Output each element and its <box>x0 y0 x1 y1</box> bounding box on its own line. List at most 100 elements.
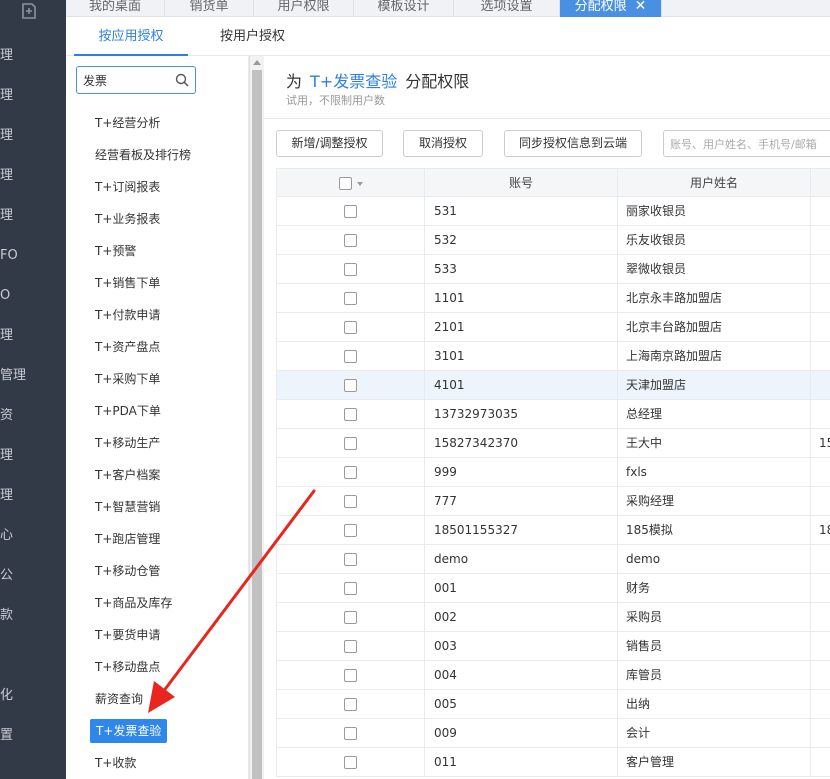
row-checkbox[interactable] <box>344 727 357 740</box>
row-checkbox[interactable] <box>344 408 357 421</box>
app-search-input[interactable] <box>83 71 173 89</box>
row-select-cell[interactable] <box>276 429 425 458</box>
tab-by-app[interactable]: 按应用授权 <box>74 17 188 56</box>
table-row[interactable]: 004 库管员 <box>276 661 830 690</box>
row-select-cell[interactable] <box>276 545 425 574</box>
row-select-cell[interactable] <box>276 632 425 661</box>
table-row[interactable]: 999 fxls <box>276 458 830 487</box>
table-row[interactable]: demo demo <box>276 545 830 574</box>
app-item[interactable]: T+资产盘点 <box>95 335 160 359</box>
row-select-cell[interactable] <box>276 284 425 313</box>
app-list-scrollbar[interactable] <box>249 56 264 779</box>
scroll-up-icon[interactable] <box>253 60 261 65</box>
table-row[interactable]: 4101 天津加盟店 <box>276 371 830 400</box>
tab-my-desktop[interactable]: 我的桌面 <box>66 0 165 17</box>
user-filter-input[interactable] <box>670 136 830 152</box>
user-filter-box[interactable] <box>663 130 830 157</box>
table-row[interactable]: 532 乐友收银员 <box>276 226 830 255</box>
nav-item[interactable]: 理 <box>0 116 66 156</box>
nav-item[interactable]: 理 <box>0 76 66 116</box>
row-checkbox[interactable] <box>344 205 357 218</box>
table-row[interactable]: 1101 北京永丰路加盟店 <box>276 284 830 313</box>
nav-item[interactable]: FO <box>0 236 66 276</box>
table-row[interactable]: 3101 上海南京路加盟店 <box>276 342 830 371</box>
app-item[interactable]: T+经营分析 <box>95 111 160 135</box>
app-item[interactable]: T+预警 <box>95 239 136 263</box>
table-row[interactable]: 002 采购员 <box>276 603 830 632</box>
column-user-name[interactable]: 用户姓名 <box>618 169 811 198</box>
scrollbar-thumb[interactable] <box>252 70 262 779</box>
app-item[interactable]: T+付款申请 <box>95 303 160 327</box>
tab-sales-order[interactable]: 销货单 <box>165 0 254 17</box>
app-item[interactable]: T+客户档案 <box>95 463 160 487</box>
app-search-box[interactable] <box>76 66 196 94</box>
row-select-cell[interactable] <box>276 400 425 429</box>
nav-item[interactable]: 资 <box>0 396 66 436</box>
row-checkbox[interactable] <box>344 263 357 276</box>
row-select-cell[interactable] <box>276 661 425 690</box>
table-row[interactable]: 003 销售员 <box>276 632 830 661</box>
row-checkbox[interactable] <box>344 756 357 769</box>
nav-item[interactable]: 理 <box>0 476 66 516</box>
table-row[interactable]: 533 翠微收银员 <box>276 255 830 284</box>
app-item[interactable]: T+要货申请 <box>95 623 160 647</box>
row-checkbox[interactable] <box>344 611 357 624</box>
add-adjust-auth-button[interactable]: 新增/调整授权 <box>276 130 383 157</box>
cancel-auth-button[interactable]: 取消授权 <box>403 130 483 157</box>
row-checkbox[interactable] <box>344 640 357 653</box>
tab-by-user[interactable]: 按用户授权 <box>220 17 310 56</box>
row-checkbox[interactable] <box>344 350 357 363</box>
table-row[interactable]: 001 财务 <box>276 574 830 603</box>
row-select-cell[interactable] <box>276 342 425 371</box>
row-select-cell[interactable] <box>276 516 425 545</box>
app-item[interactable]: T+跑店管理 <box>95 527 160 551</box>
app-item[interactable]: T+移动仓管 <box>95 559 160 583</box>
nav-item[interactable]: 理 <box>0 156 66 196</box>
tab-assign-permissions[interactable]: 分配权限 ✕ <box>560 0 662 17</box>
table-row[interactable]: 009 会计 <box>276 719 830 748</box>
app-item[interactable]: T+PDA下单 <box>95 399 161 423</box>
table-row[interactable]: 531 丽家收银员 <box>276 197 830 226</box>
row-select-cell[interactable] <box>276 371 425 400</box>
column-account[interactable]: 账号 <box>425 169 618 198</box>
app-item[interactable]: T+移动盘点 <box>95 655 160 679</box>
table-row[interactable]: 011 客户管理 <box>276 748 830 777</box>
row-checkbox[interactable] <box>344 379 357 392</box>
row-select-cell[interactable] <box>276 313 425 342</box>
app-item-selected[interactable]: T+发票查验 <box>90 719 168 743</box>
select-all-cell[interactable] <box>276 169 425 198</box>
row-checkbox[interactable] <box>344 321 357 334</box>
nav-item[interactable]: 理 <box>0 436 66 476</box>
nav-item[interactable]: 理 <box>0 196 66 236</box>
table-row[interactable]: 2101 北京丰台路加盟店 <box>276 313 830 342</box>
app-item[interactable]: T+订阅报表 <box>95 175 160 199</box>
row-checkbox[interactable] <box>344 292 357 305</box>
row-checkbox[interactable] <box>344 698 357 711</box>
row-checkbox[interactable] <box>344 524 357 537</box>
app-item[interactable]: T+商品及库存 <box>95 591 172 615</box>
nav-item[interactable]: 理 <box>0 36 66 76</box>
nav-item[interactable]: 理 <box>0 316 66 356</box>
row-select-cell[interactable] <box>276 255 425 284</box>
row-checkbox[interactable] <box>344 669 357 682</box>
row-select-cell[interactable] <box>276 603 425 632</box>
row-select-cell[interactable] <box>276 574 425 603</box>
close-icon[interactable]: ✕ <box>635 0 647 14</box>
table-row[interactable]: 13732973035 总经理 <box>276 400 830 429</box>
app-item[interactable]: T+收款 <box>95 751 136 775</box>
tab-options[interactable]: 选项设置 <box>454 0 560 17</box>
nav-item[interactable]: 置 <box>0 716 66 756</box>
row-checkbox[interactable] <box>344 437 357 450</box>
row-select-cell[interactable] <box>276 487 425 516</box>
nav-item[interactable]: 款 <box>0 596 66 636</box>
row-select-cell[interactable] <box>276 690 425 719</box>
nav-item[interactable]: O <box>0 276 66 316</box>
row-checkbox[interactable] <box>344 582 357 595</box>
row-select-cell[interactable] <box>276 748 425 777</box>
nav-item[interactable]: 管理 <box>0 356 66 396</box>
row-checkbox[interactable] <box>344 466 357 479</box>
row-select-cell[interactable] <box>276 719 425 748</box>
table-row[interactable]: 005 出纳 <box>276 690 830 719</box>
select-all-checkbox[interactable] <box>338 177 352 190</box>
row-checkbox[interactable] <box>344 234 357 247</box>
